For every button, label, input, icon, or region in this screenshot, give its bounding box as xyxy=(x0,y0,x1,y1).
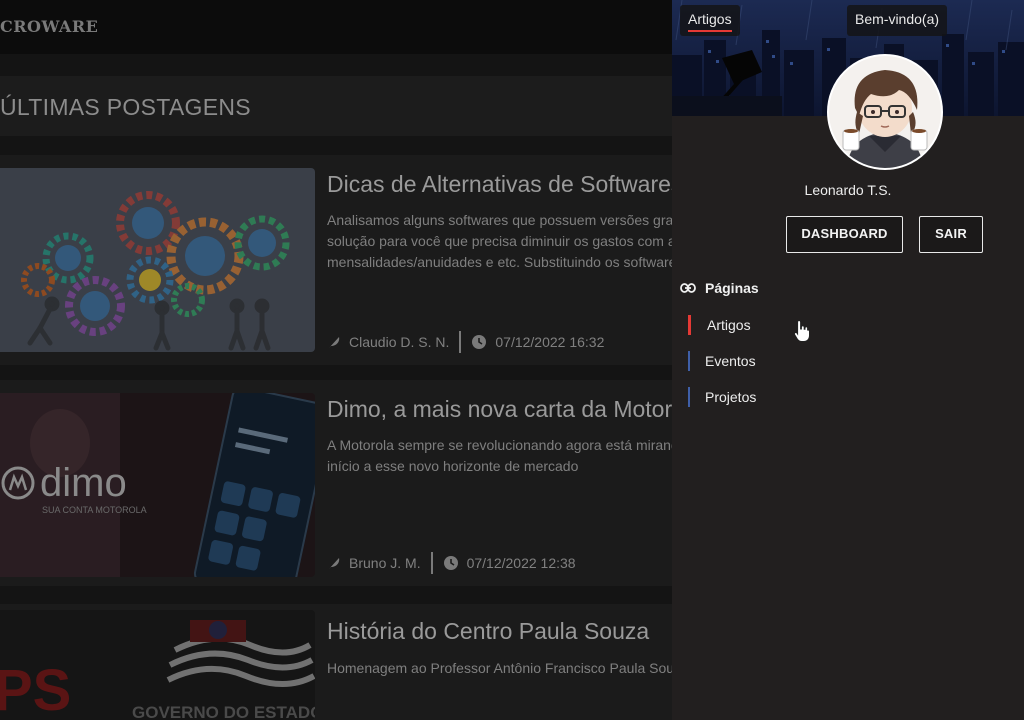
meta-divider xyxy=(459,331,462,353)
pages-heading: Páginas xyxy=(680,278,759,298)
tab-artigos-label: Artigos xyxy=(688,11,732,32)
logout-button[interactable]: SAIR xyxy=(919,216,983,253)
site-logo[interactable]: CROWARE xyxy=(0,17,98,36)
pages-heading-label: Páginas xyxy=(705,280,759,296)
nav-item-label: Eventos xyxy=(705,353,756,369)
post-thumbnail[interactable]: dimo SUA CONTA MOTOROLA xyxy=(0,393,315,577)
thumb-brand-subtitle: SUA CONTA MOTOROLA xyxy=(42,505,147,515)
user-side-panel: Artigos Bem-vindo(a) Leonardo T.S. DASHB… xyxy=(672,0,1024,720)
nav-item-eventos[interactable]: Eventos xyxy=(688,350,756,372)
nav-indicator xyxy=(688,351,690,371)
thumb-brand-text: dimo xyxy=(40,461,127,505)
post-meta: Bruno J. M. 07/12/2022 12:38 xyxy=(327,551,576,575)
post-author: Bruno J. M. xyxy=(349,555,421,571)
section-title: ÚLTIMAS POSTAGENS xyxy=(0,94,251,120)
user-name: Leonardo T.S. xyxy=(804,182,892,198)
clock-icon xyxy=(443,556,458,570)
page: CROWARE ÚLTIMAS POSTAGENS Dicas de Alter… xyxy=(0,0,1024,720)
thumb-letters: PS xyxy=(0,658,71,720)
avatar[interactable] xyxy=(827,54,943,170)
feather-icon xyxy=(329,558,340,569)
post-thumbnail[interactable] xyxy=(0,168,315,352)
hand-cursor-icon xyxy=(793,319,810,342)
post-author: Claudio D. S. N. xyxy=(349,334,450,350)
link-icon xyxy=(680,283,696,293)
nav-item-label: Artigos xyxy=(707,317,751,333)
meta-divider xyxy=(430,552,433,574)
nav-item-label: Projetos xyxy=(705,389,757,405)
tab-welcome[interactable]: Bem-vindo(a) xyxy=(847,5,948,36)
active-indicator xyxy=(688,315,691,335)
tab-artigos[interactable]: Artigos xyxy=(680,5,740,36)
feather-icon xyxy=(329,337,340,348)
post-date: 07/12/2022 16:32 xyxy=(495,334,605,350)
post-meta: Claudio D. S. N. 07/12/2022 16:32 xyxy=(327,330,604,354)
post-title[interactable]: História do Centro Paula Souza xyxy=(327,618,649,645)
clock-icon xyxy=(472,335,487,349)
nav-item-projetos[interactable]: Projetos xyxy=(688,386,756,408)
thumb-caption: GOVERNO DO ESTADO xyxy=(132,703,315,720)
post-thumbnail[interactable]: PS GOVERNO DO ESTADO xyxy=(0,610,315,720)
post-title[interactable]: Dimo, a mais nova carta da Motorola xyxy=(327,396,703,423)
nav-item-artigos[interactable]: Artigos xyxy=(688,314,751,336)
nav-indicator xyxy=(688,387,690,407)
dashboard-button[interactable]: DASHBOARD xyxy=(786,216,903,253)
post-date: 07/12/2022 12:38 xyxy=(466,555,576,571)
